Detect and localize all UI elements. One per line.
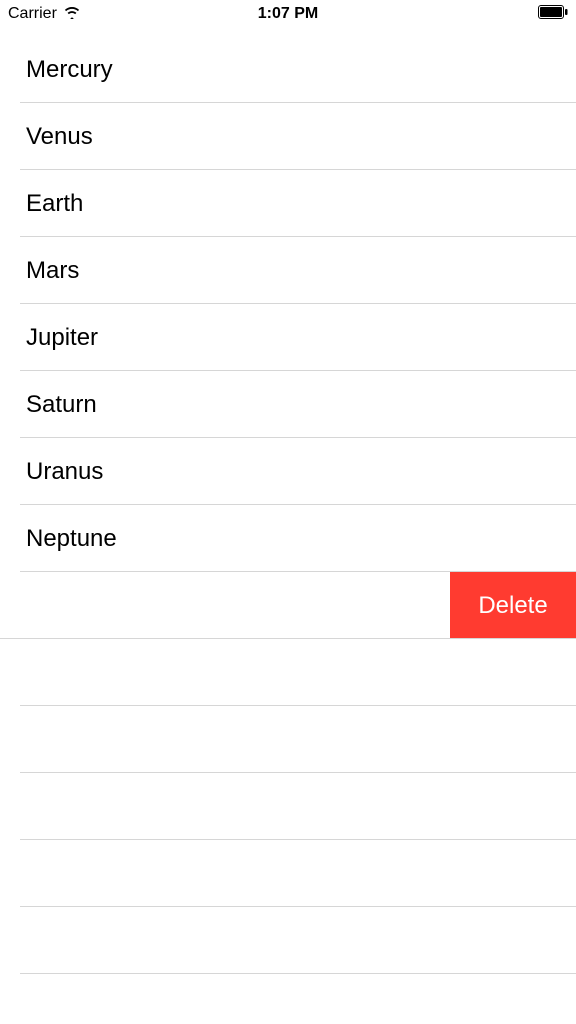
list-item[interactable]: Neptune bbox=[0, 505, 576, 572]
list-item-label: Jupiter bbox=[26, 324, 98, 352]
list-item-empty[interactable] bbox=[0, 706, 576, 773]
list-item-label: Neptune bbox=[26, 525, 117, 553]
wifi-icon bbox=[63, 5, 81, 24]
delete-button[interactable]: Delete bbox=[450, 572, 576, 639]
status-right bbox=[538, 5, 568, 24]
list-item-label: Earth bbox=[26, 190, 83, 218]
delete-button-label: Delete bbox=[478, 592, 547, 620]
list-item[interactable]: Earth bbox=[0, 170, 576, 237]
list-item[interactable]: Jupiter bbox=[0, 304, 576, 371]
list-item-empty[interactable] bbox=[0, 907, 576, 974]
status-left: Carrier bbox=[8, 5, 81, 24]
list-item-label: Mercury bbox=[26, 56, 113, 84]
list-item-label: Mars bbox=[26, 257, 79, 285]
list-item-label: Uranus bbox=[26, 458, 103, 486]
list-item-empty[interactable] bbox=[0, 639, 576, 706]
list-item-swiped[interactable]: to! Delete bbox=[0, 572, 576, 639]
list-item-empty[interactable] bbox=[0, 840, 576, 907]
status-bar: Carrier 1:07 PM bbox=[0, 0, 576, 28]
list-item-label: Saturn bbox=[26, 391, 97, 419]
list-item[interactable]: Venus bbox=[0, 103, 576, 170]
list-item-label: Venus bbox=[26, 123, 93, 151]
table-view[interactable]: Mercury Venus Earth Mars Jupiter Saturn … bbox=[0, 36, 576, 974]
list-item[interactable]: Mercury bbox=[0, 36, 576, 103]
list-item[interactable]: Uranus bbox=[0, 438, 576, 505]
carrier-label: Carrier bbox=[8, 5, 57, 23]
list-item[interactable]: Mars bbox=[0, 237, 576, 304]
status-time: 1:07 PM bbox=[258, 5, 318, 23]
list-item-empty[interactable] bbox=[0, 773, 576, 840]
separator bbox=[20, 973, 576, 974]
list-item[interactable]: Saturn bbox=[0, 371, 576, 438]
battery-icon bbox=[538, 5, 568, 24]
